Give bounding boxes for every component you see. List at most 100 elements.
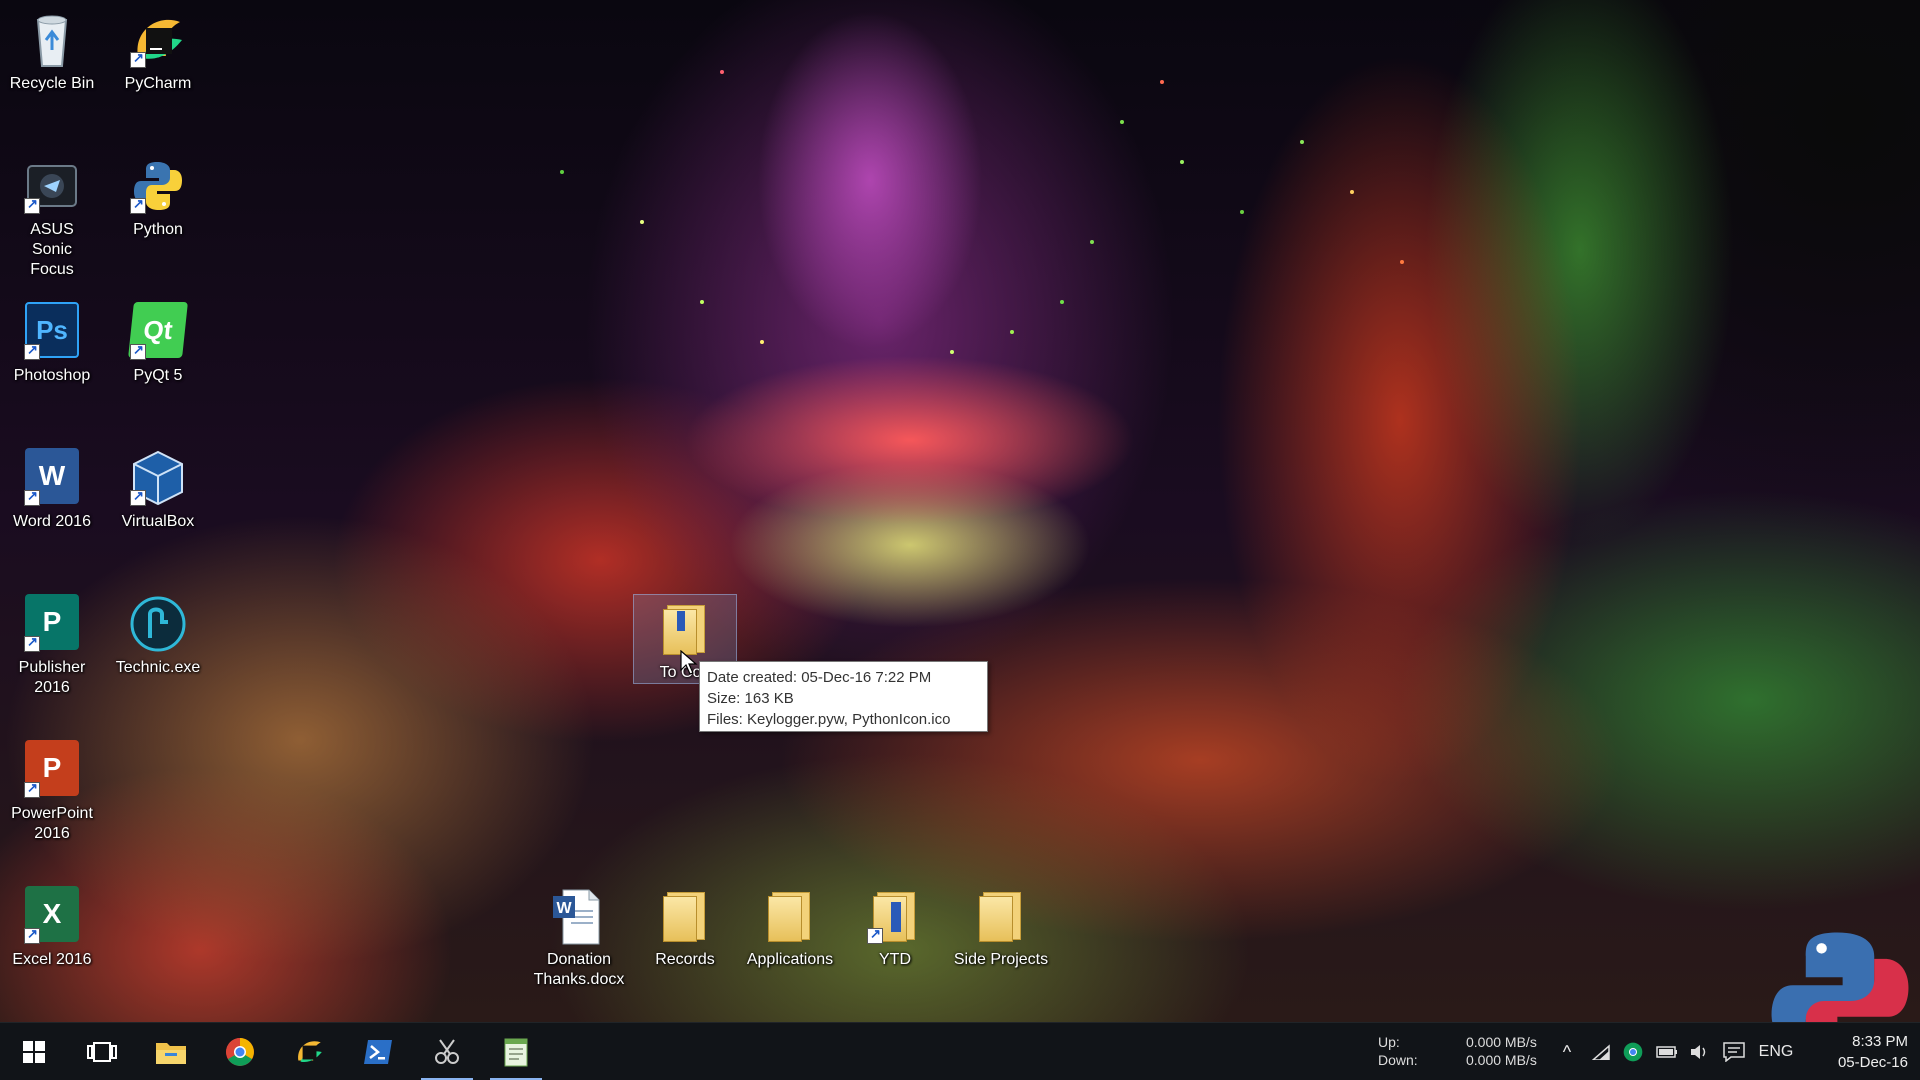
tooltip-files: Files: Keylogger.pyw, PythonIcon.ico	[707, 711, 951, 728]
taskbar-powershell[interactable]	[346, 1023, 410, 1080]
excel-icon: X	[22, 886, 82, 946]
tray-input-language[interactable]: ENG	[1754, 1023, 1798, 1080]
taskbar-chrome[interactable]	[208, 1023, 272, 1080]
windows-start-icon	[23, 1041, 45, 1063]
shortcut-arrow-icon	[130, 196, 146, 214]
desktop-icon-label: Publisher 2016	[18, 659, 86, 696]
word-document-icon: W	[549, 886, 609, 946]
desktop-icon-virtualbox[interactable]: VirtualBox	[106, 448, 210, 532]
task-view-button[interactable]	[70, 1023, 134, 1080]
action-center-icon	[1723, 1042, 1745, 1062]
desktop-icon-label: Side Projects	[953, 951, 1049, 968]
notepad-icon	[504, 1038, 528, 1067]
start-button[interactable]	[2, 1023, 66, 1080]
snipping-tool-icon	[435, 1039, 459, 1064]
photoshop-icon: Ps	[22, 302, 82, 362]
shortcut-arrow-icon	[24, 196, 40, 214]
folder-icon	[760, 886, 820, 946]
network-down-value: 0.000 MB/s	[1466, 1052, 1537, 1068]
desktop-icon-technic[interactable]: Technic.exe	[106, 594, 210, 678]
shortcut-arrow-icon	[130, 50, 146, 68]
shortcut-arrow-icon	[130, 488, 146, 506]
taskbar-pycharm[interactable]	[277, 1023, 341, 1080]
clock-time: 8:33 PM	[1852, 1033, 1908, 1050]
desktop-icon-donation-thanks-docx[interactable]: W Donation Thanks.docx	[527, 886, 631, 990]
folder-icon	[865, 886, 925, 946]
desktop-icon-label: Applications	[746, 951, 834, 968]
desktop-icon-label: Donation Thanks.docx	[533, 951, 625, 988]
desktop-icon-ytd-folder[interactable]: YTD	[843, 886, 947, 970]
desktop-icon-asus-sonic-focus[interactable]: ASUS Sonic Focus	[0, 156, 104, 280]
desktop-icon-label: Word 2016	[13, 513, 91, 530]
network-down-label: Down:	[1378, 1052, 1418, 1068]
publisher-icon: P	[22, 594, 82, 654]
word-icon: W	[22, 448, 82, 508]
tray-wifi[interactable]	[1586, 1023, 1616, 1080]
shortcut-arrow-icon	[24, 342, 40, 360]
recycle-bin-icon	[22, 10, 82, 70]
desktop-icon-excel-2016[interactable]: X Excel 2016	[0, 886, 104, 970]
desktop-icon-label: Photoshop	[13, 367, 91, 384]
desktop-icon-python[interactable]: Python	[106, 156, 210, 240]
desktop-icon-pycharm[interactable]: PyCharm	[106, 10, 210, 94]
tray-chrome[interactable]	[1618, 1023, 1648, 1080]
desktop-icon-label: PyCharm	[124, 75, 192, 92]
asus-sonic-focus-icon	[22, 156, 82, 216]
python-icon	[128, 156, 188, 216]
taskbar-clock[interactable]: 8:33 PM 05-Dec-16	[1838, 1031, 1908, 1073]
shortcut-arrow-icon	[867, 926, 883, 944]
shortcut-arrow-icon	[24, 488, 40, 506]
desktop-icon-label: VirtualBox	[121, 513, 195, 530]
tooltip-date-created: Date created: 05-Dec-16 7:22 PM	[707, 669, 932, 686]
desktop-icon-side-projects-folder[interactable]: Side Projects	[949, 886, 1053, 970]
desktop-icon-photoshop[interactable]: Ps Photoshop	[0, 302, 104, 386]
show-hidden-icons-button[interactable]: ^	[1552, 1023, 1582, 1080]
desktop-icon-word-2016[interactable]: W Word 2016	[0, 448, 104, 532]
battery-icon	[1656, 1046, 1677, 1058]
shortcut-arrow-icon	[24, 634, 40, 652]
folder-icon	[655, 886, 715, 946]
taskbar-notepad[interactable]	[484, 1023, 548, 1080]
chevron-up-icon: ^	[1562, 1041, 1572, 1062]
desktop-icon-recycle-bin[interactable]: Recycle Bin	[0, 10, 104, 94]
desktop-icon-label: PyQt 5	[133, 367, 183, 384]
desktop-icon-label: Recycle Bin	[9, 75, 95, 92]
shortcut-arrow-icon	[24, 780, 40, 798]
task-view-icon	[87, 1042, 117, 1062]
taskbar: Up: Down: 0.000 MB/s 0.000 MB/s ^ ENG 8:…	[0, 1022, 1920, 1080]
mouse-cursor-icon	[680, 649, 698, 681]
desktop-icon-label: ASUS Sonic Focus	[30, 221, 74, 278]
language-indicator: ENG	[1758, 1043, 1794, 1060]
powerpoint-icon: P	[22, 740, 82, 800]
powershell-icon	[364, 1040, 392, 1064]
taskbar-snipping-tool[interactable]	[415, 1023, 479, 1080]
folder-info-tooltip: Date created: 05-Dec-16 7:22 PM Size: 16…	[699, 661, 988, 732]
desktop-icon-label: PowerPoint 2016	[11, 805, 93, 842]
tooltip-size: Size: 163 KB	[707, 690, 794, 707]
desktop-icon-label: Excel 2016	[12, 951, 92, 968]
tray-volume[interactable]	[1684, 1023, 1714, 1080]
wifi-icon	[1591, 1044, 1610, 1060]
network-up-value: 0.000 MB/s	[1466, 1034, 1537, 1050]
shortcut-arrow-icon	[130, 342, 146, 360]
clock-date: 05-Dec-16	[1837, 1054, 1908, 1071]
word-document-glyph: W	[556, 900, 572, 917]
chrome-tray-icon	[1623, 1042, 1643, 1062]
speaker-volume-icon	[1691, 1045, 1706, 1059]
desktop-icon-pyqt5[interactable]: Qt PyQt 5	[106, 302, 210, 386]
desktop-icon-label: YTD	[879, 951, 911, 968]
chrome-icon	[226, 1038, 254, 1066]
desktop-icon-label: Records	[655, 951, 715, 968]
desktop-icon-powerpoint-2016[interactable]: P PowerPoint 2016	[0, 740, 104, 844]
desktop-icon-records-folder[interactable]: Records	[633, 886, 737, 970]
folder-icon	[971, 886, 1031, 946]
network-meter-labels: Up: Down:	[1378, 1033, 1418, 1069]
desktop-icon-applications-folder[interactable]: Applications	[738, 886, 842, 970]
taskbar-file-explorer[interactable]	[139, 1023, 203, 1080]
pyqt-icon: Qt	[128, 302, 188, 362]
desktop-icon-publisher-2016[interactable]: P Publisher 2016	[0, 594, 104, 698]
desktop-icon-label: Python	[133, 221, 183, 238]
tray-battery[interactable]	[1652, 1023, 1682, 1080]
tray-action-center[interactable]	[1718, 1023, 1750, 1080]
pycharm-icon	[298, 1041, 322, 1063]
